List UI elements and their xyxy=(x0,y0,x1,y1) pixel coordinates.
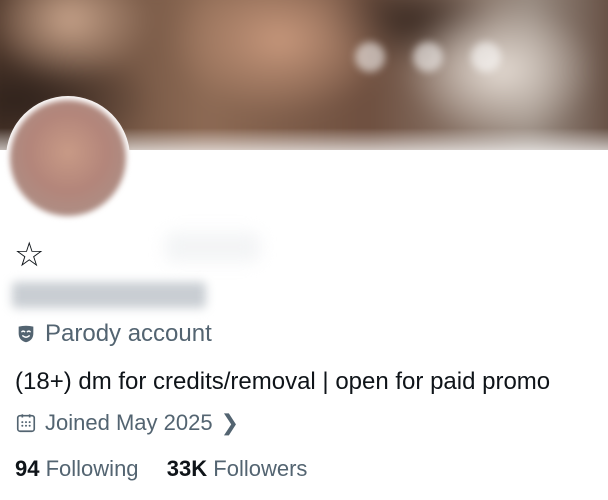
profile-bio: (18+) dm for credits/removal | open for … xyxy=(15,368,551,395)
followers-link[interactable]: 33K Followers xyxy=(167,456,308,481)
parody-badge: Parody account xyxy=(15,320,212,348)
avatar-image xyxy=(10,100,126,216)
banner-blurred-shapes xyxy=(355,42,501,72)
joined-date-label: Joined May 2025 xyxy=(45,410,213,435)
username-handle-redacted xyxy=(12,282,206,308)
joined-date[interactable]: Joined May 2025 ❯ xyxy=(15,410,239,436)
avatar[interactable] xyxy=(6,96,130,220)
display-name: ☆ xyxy=(14,236,45,274)
parody-mask-icon xyxy=(18,325,34,343)
follow-stats: 94 Following 33K Followers xyxy=(15,456,307,482)
redacted-element xyxy=(165,232,260,262)
following-label: Following xyxy=(45,456,139,481)
followers-label: Followers xyxy=(213,456,308,481)
following-count: 94 xyxy=(15,456,40,481)
followers-count: 33K xyxy=(166,456,208,481)
following-link[interactable]: 94 Following xyxy=(15,456,145,481)
chevron-right-icon: ❯ xyxy=(220,410,239,435)
parody-badge-label: Parody account xyxy=(45,320,212,347)
calendar-icon xyxy=(16,414,36,433)
